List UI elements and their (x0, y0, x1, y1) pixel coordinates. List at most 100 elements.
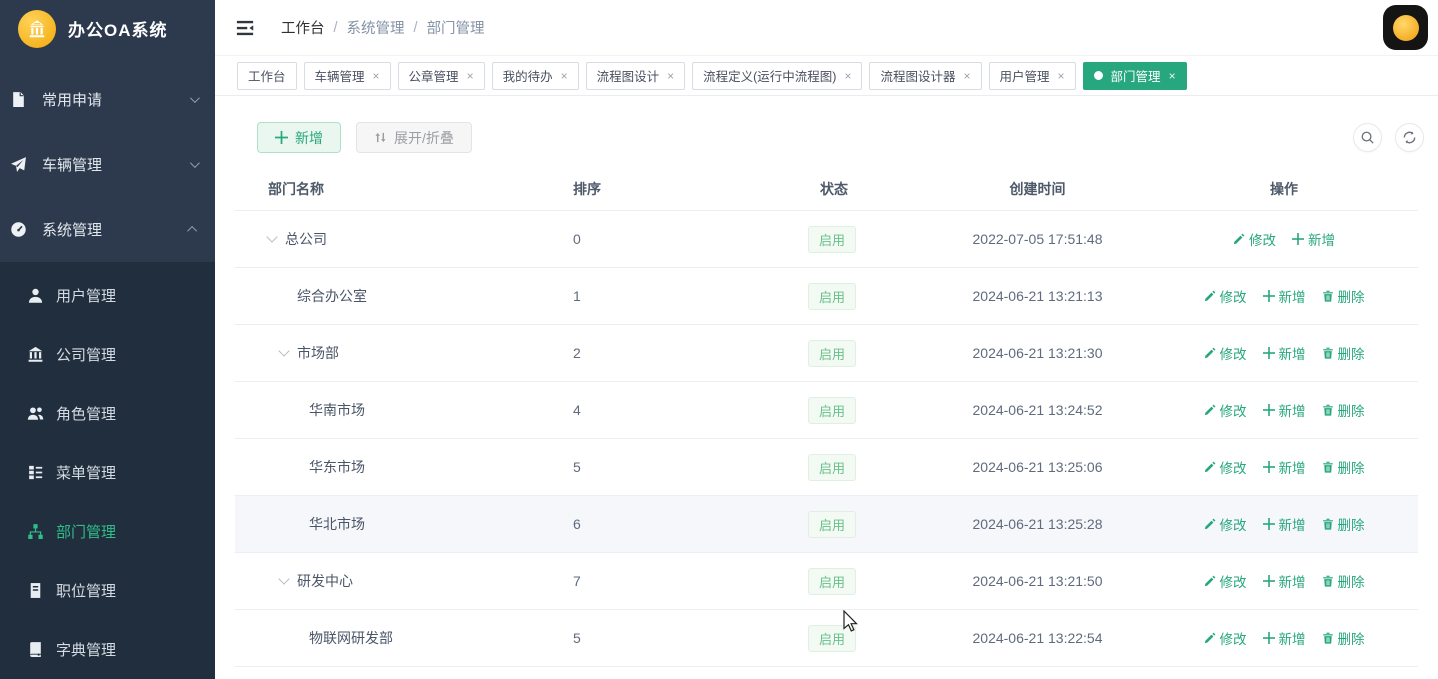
add-child-link-label: 新增 (1278, 290, 1306, 305)
table-row: 华南市场 4 启用 2024-06-21 13:24:52 修改 新增 删除 (235, 382, 1418, 439)
edit-link[interactable]: 修改 (1204, 286, 1247, 306)
plus-icon (1262, 575, 1275, 587)
delete-link[interactable]: 删除 (1322, 628, 1365, 648)
sidebar-item-system-mgmt[interactable]: 系统管理 (0, 197, 215, 262)
page-content: 新增 展开/折叠 部门名称 排序 状态 创建时间 操作 总公司 0 启用 2022-07-05… (215, 96, 1438, 679)
add-child-link[interactable]: 新增 (1262, 514, 1306, 534)
expand-caret-icon[interactable] (278, 345, 290, 357)
user-avatar[interactable] (1383, 5, 1428, 50)
expand-collapse-button[interactable]: 展开/折叠 (356, 122, 472, 153)
edit-link[interactable]: 修改 (1204, 628, 1247, 648)
tab-close-icon[interactable]: × (964, 70, 971, 82)
cell-sort: 0 (573, 231, 581, 247)
edit-link-label: 修改 (1219, 518, 1247, 533)
breadcrumb-item[interactable]: 工作台 (281, 17, 325, 38)
add-child-link[interactable]: 新增 (1292, 229, 1335, 249)
sidebar-item-common-apply[interactable]: 常用申请 (0, 67, 215, 132)
add-child-link[interactable]: 新增 (1262, 571, 1306, 591)
sidebar-subitem-label: 公司管理 (56, 347, 117, 364)
add-child-link[interactable]: 新增 (1262, 457, 1306, 477)
cell-created-time: 2024-06-21 13:21:30 (972, 345, 1103, 361)
tab-flow-design[interactable]: 流程图设计 × (585, 61, 686, 90)
sidebar-subitem-dictionary-mgmt[interactable]: 字典管理 (0, 620, 215, 679)
tab-label: 用户管理 (999, 70, 1050, 84)
add-child-link[interactable]: 新增 (1262, 286, 1306, 306)
tab-close-icon[interactable]: × (1169, 70, 1176, 82)
add-child-link[interactable]: 新增 (1262, 343, 1306, 363)
cell-operations: 修改 新增 删除 (1150, 628, 1418, 648)
edit-icon (1233, 233, 1245, 245)
column-header-4: 操作 (1270, 180, 1298, 197)
edit-icon (1204, 575, 1216, 587)
edit-link[interactable]: 修改 (1204, 400, 1247, 420)
delete-link-label: 删除 (1337, 461, 1365, 476)
sidebar-subitem-label: 角色管理 (56, 406, 117, 423)
sidebar-subitem-department-mgmt[interactable]: 部门管理 (0, 502, 215, 561)
edit-icon (1204, 347, 1216, 359)
cell-status: 启用 (795, 453, 925, 481)
edit-link[interactable]: 修改 (1233, 229, 1276, 249)
plus-icon (1262, 632, 1275, 644)
tab-close-icon[interactable]: × (1058, 70, 1065, 82)
sidebar-item-label: 常用申请 (42, 92, 103, 109)
cell-sort: 1 (573, 288, 581, 304)
department-name: 物联网研发部 (309, 630, 393, 646)
tab-close-icon[interactable]: × (373, 70, 380, 82)
tab-label: 工作台 (248, 70, 286, 84)
expand-caret-icon[interactable] (266, 231, 278, 243)
delete-link[interactable]: 删除 (1322, 343, 1365, 363)
refresh-icon[interactable] (1395, 123, 1424, 152)
menu-fold-icon[interactable] (235, 18, 255, 38)
add-child-link[interactable]: 新增 (1262, 400, 1306, 420)
active-tab-dot (1093, 71, 1103, 80)
tab-seal[interactable]: 公章管理 × (397, 61, 485, 90)
cell-operations: 修改 新增 删除 (1150, 457, 1418, 477)
tab-department[interactable]: 部门管理 × (1082, 61, 1187, 90)
cell-created-time: 2024-06-21 13:25:06 (972, 459, 1103, 475)
tab-close-icon[interactable]: × (561, 70, 568, 82)
sidebar-subitem-company-mgmt[interactable]: 公司管理 (0, 325, 215, 384)
delete-link[interactable]: 删除 (1322, 514, 1365, 534)
delete-link[interactable]: 删除 (1322, 286, 1365, 306)
org-chart-icon (27, 523, 44, 540)
tab-label: 流程定义(运行中流程图) (703, 70, 837, 84)
table-row: 华东市场 5 启用 2024-06-21 13:25:06 修改 新增 删除 (235, 439, 1418, 496)
sidebar-subitem-position-mgmt[interactable]: 职位管理 (0, 561, 215, 620)
edit-icon (1204, 290, 1216, 302)
tab-close-icon[interactable]: × (467, 70, 474, 82)
search-icon[interactable] (1353, 123, 1382, 152)
sidebar-subitem-user-mgmt[interactable]: 用户管理 (0, 266, 215, 325)
tab-user[interactable]: 用户管理 × (988, 61, 1076, 90)
delete-link[interactable]: 删除 (1322, 571, 1365, 591)
cell-sort: 2 (573, 345, 581, 361)
sidebar-item-vehicle-mgmt[interactable]: 车辆管理 (0, 132, 215, 197)
tab-close-icon[interactable]: × (844, 70, 851, 82)
breadcrumb-item[interactable]: 系统管理 (347, 17, 405, 38)
cell-sort: 7 (573, 573, 581, 589)
add-button[interactable]: 新增 (257, 122, 341, 153)
cell-status: 启用 (795, 282, 925, 310)
cell-operations: 修改 新增 删除 (1150, 514, 1418, 534)
tab-vehicle[interactable]: 车辆管理 × (303, 61, 391, 90)
tab-close-icon[interactable]: × (667, 70, 674, 82)
delete-link[interactable]: 删除 (1322, 400, 1365, 420)
app-logo-row: 办公OA系统 (0, 0, 215, 57)
delete-link[interactable]: 删除 (1322, 457, 1365, 477)
sidebar-subitem-role-mgmt[interactable]: 角色管理 (0, 384, 215, 443)
table-header-row: 部门名称 排序 状态 创建时间 操作 (235, 167, 1418, 211)
tab-workbench[interactable]: 工作台 (237, 61, 297, 90)
add-child-link[interactable]: 新增 (1262, 628, 1306, 648)
breadcrumb-item[interactable]: 部门管理 (427, 17, 485, 38)
edit-link[interactable]: 修改 (1204, 571, 1247, 591)
edit-link[interactable]: 修改 (1204, 343, 1247, 363)
sidebar-subitem-menu-mgmt[interactable]: 菜单管理 (0, 443, 215, 502)
app-title: 办公OA系统 (68, 21, 168, 40)
expand-caret-icon[interactable] (278, 573, 290, 585)
tab-flow-definition[interactable]: 流程定义(运行中流程图) × (692, 61, 863, 90)
tab-my-todo[interactable]: 我的待办 × (491, 61, 579, 90)
edit-link[interactable]: 修改 (1204, 457, 1247, 477)
tab-flow-designer[interactable]: 流程图设计器 × (869, 61, 982, 90)
cell-status: 启用 (795, 339, 925, 367)
edit-link[interactable]: 修改 (1204, 514, 1247, 534)
cell-status: 启用 (795, 510, 925, 538)
